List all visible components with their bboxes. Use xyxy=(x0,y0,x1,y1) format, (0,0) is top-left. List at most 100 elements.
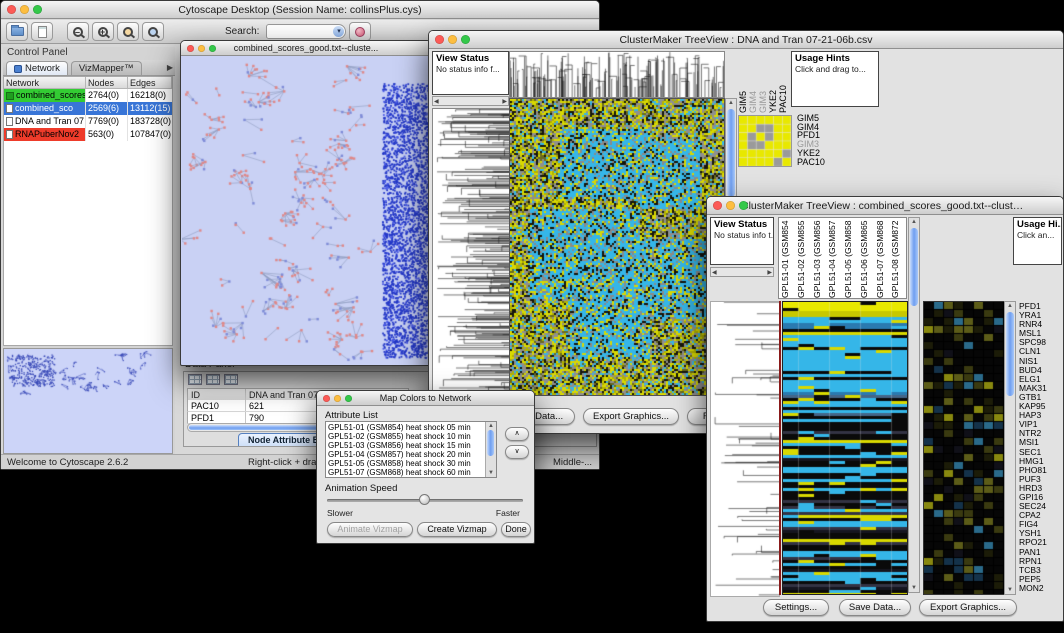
scrollbar-thumb[interactable] xyxy=(487,430,494,456)
scroll-down-icon[interactable]: ▼ xyxy=(909,584,919,592)
annotation-icon[interactable] xyxy=(349,22,371,41)
slider-thumb[interactable] xyxy=(419,494,430,505)
treeview-combined-titlebar[interactable]: ClusterMaker TreeView : combined_scores_… xyxy=(707,197,1063,215)
array-column-label[interactable]: GPL51-03 (GSM856 xyxy=(812,220,828,298)
gene-label[interactable]: GIM5 xyxy=(738,51,747,113)
attribute-item[interactable]: GPL51-01 (GSM854) heat shock 05 min xyxy=(328,423,484,432)
array-column-label[interactable]: GPL51-06 (GSM865 xyxy=(859,220,875,298)
column-header-id[interactable]: ID xyxy=(188,389,246,400)
network-row-selected[interactable]: combined_sco 2569(6) 13112(15) xyxy=(4,102,172,115)
vertical-scrollbar[interactable]: ▲ ▼ xyxy=(1004,301,1016,595)
close-icon[interactable] xyxy=(7,5,16,14)
close-icon[interactable] xyxy=(713,201,722,210)
network-view-titlebar[interactable]: combined_scores_good.txt--cluste... xyxy=(181,41,431,56)
move-down-button[interactable]: ∨ xyxy=(505,445,529,459)
attribute-item[interactable]: GPL51-07 (GSM868) heat shock 60 min xyxy=(328,468,484,477)
scroll-right-icon[interactable]: ▶ xyxy=(767,269,772,276)
export-graphics-button[interactable]: Export Graphics... xyxy=(583,408,679,425)
attribute-create-icon[interactable] xyxy=(224,374,238,385)
zoom-fit-icon[interactable] xyxy=(142,22,164,41)
scrollbar-thumb[interactable] xyxy=(1006,312,1014,396)
minimize-icon[interactable] xyxy=(726,201,735,210)
zoom-selected-icon[interactable] xyxy=(117,22,139,41)
gene-label[interactable]: GIM4 xyxy=(748,51,757,113)
gene-label[interactable]: PAC10 xyxy=(778,51,787,113)
minimize-icon[interactable] xyxy=(20,5,29,14)
main-titlebar[interactable]: Cytoscape Desktop (Session Name: collins… xyxy=(1,1,599,19)
attribute-select-icon[interactable] xyxy=(206,374,220,385)
gene-label[interactable]: YKE2 xyxy=(768,51,777,113)
scroll-up-icon[interactable]: ▲ xyxy=(1005,302,1015,310)
maximize-icon[interactable] xyxy=(739,201,748,210)
network-overview-canvas[interactable] xyxy=(4,349,172,453)
array-column-label[interactable]: GPL51-05 (GSM858 xyxy=(843,220,859,298)
array-column-label[interactable]: GPL51-04 (GSM857 xyxy=(827,220,843,298)
cluster-heatmap-canvas[interactable] xyxy=(923,301,1005,595)
import-icon[interactable] xyxy=(31,22,53,41)
attribute-item[interactable]: GPL51-03 (GSM856) heat shock 15 min xyxy=(328,441,484,450)
network-overview-panel[interactable] xyxy=(3,348,173,454)
attribute-table-icon[interactable] xyxy=(188,374,202,385)
move-up-button[interactable]: ∧ xyxy=(505,427,529,441)
attribute-item[interactable]: GPL51-05 (GSM858) heat shock 30 min xyxy=(328,459,484,468)
search-input[interactable]: ▾ xyxy=(266,24,346,39)
gene-label[interactable]: GIM3 xyxy=(758,51,767,113)
zoom-in-icon[interactable] xyxy=(92,22,114,41)
settings-button[interactable]: Settings... xyxy=(763,599,829,616)
heatmap-canvas[interactable] xyxy=(509,98,725,396)
horizontal-scrollbar[interactable]: ◀▶ xyxy=(432,96,509,106)
close-icon[interactable] xyxy=(323,395,330,402)
scroll-up-icon[interactable]: ▲ xyxy=(486,422,496,430)
maximize-icon[interactable] xyxy=(345,395,352,402)
network-row[interactable]: RNAPuberNov2 563(0) 107847(0) xyxy=(4,128,172,141)
maximize-icon[interactable] xyxy=(33,5,42,14)
network-row[interactable]: combined_scores 2764(0) 16218(0) xyxy=(4,89,172,102)
animation-speed-slider[interactable] xyxy=(327,493,523,507)
array-column-label[interactable]: GPL51-02 (GSM855 xyxy=(796,220,812,298)
minimize-icon[interactable] xyxy=(334,395,341,402)
scroll-down-icon[interactable]: ▼ xyxy=(486,469,496,477)
minimize-icon[interactable] xyxy=(198,45,205,52)
minimize-icon[interactable] xyxy=(448,35,457,44)
export-graphics-button[interactable]: Export Graphics... xyxy=(919,599,1017,616)
vertical-scrollbar[interactable]: ▲ ▼ xyxy=(908,217,920,593)
network-row[interactable]: DNA and Tran 07 7769(0) 183728(0) xyxy=(4,115,172,128)
heatmap-canvas[interactable] xyxy=(782,301,908,595)
scrollbar-thumb[interactable] xyxy=(727,109,735,197)
row-dendrogram-canvas[interactable] xyxy=(432,108,510,395)
tab-overflow-icon[interactable]: ▶ xyxy=(167,63,173,72)
vertical-scrollbar[interactable]: ▲ ▼ xyxy=(485,422,496,477)
zoom-out-icon[interactable] xyxy=(67,22,89,41)
maximize-icon[interactable] xyxy=(209,45,216,52)
attribute-list[interactable]: GPL51-01 (GSM854) heat shock 05 minGPL51… xyxy=(325,421,497,478)
array-column-label[interactable]: GPL51-08 (GSM872 xyxy=(890,220,906,298)
scroll-left-icon[interactable]: ◀ xyxy=(434,98,439,105)
close-icon[interactable] xyxy=(187,45,194,52)
scrollbar-thumb[interactable] xyxy=(910,228,918,306)
gene-label[interactable]: MON2 xyxy=(1019,584,1064,593)
tab-vizmapper[interactable]: VizMapper™ xyxy=(71,61,142,75)
column-header-edges[interactable]: Edges xyxy=(128,77,172,88)
scroll-up-icon[interactable]: ▲ xyxy=(909,218,919,226)
scroll-left-icon[interactable]: ◀ xyxy=(712,269,717,276)
scroll-right-icon[interactable]: ▶ xyxy=(502,98,507,105)
column-header-network[interactable]: Network xyxy=(4,77,86,88)
attribute-item[interactable]: GPL51-02 (GSM855) heat shock 10 min xyxy=(328,432,484,441)
row-dendrogram-canvas[interactable] xyxy=(710,301,780,597)
array-column-label[interactable]: GPL51-01 (GSM854 xyxy=(780,220,796,298)
dialog-titlebar[interactable]: Map Colors to Network xyxy=(317,391,534,406)
tab-network[interactable]: Network xyxy=(6,61,68,75)
done-button[interactable]: Done xyxy=(501,522,531,537)
scroll-up-icon[interactable]: ▲ xyxy=(726,99,736,107)
attribute-item[interactable]: GPL51-04 (GSM857) heat shock 20 min xyxy=(328,450,484,459)
gene-label[interactable]: PAC10 xyxy=(797,158,825,167)
network-canvas[interactable] xyxy=(182,57,430,365)
save-data-button[interactable]: Save Data... xyxy=(839,599,911,616)
column-dendrogram-canvas[interactable] xyxy=(509,51,725,98)
close-icon[interactable] xyxy=(435,35,444,44)
treeview-dna-titlebar[interactable]: ClusterMaker TreeView : DNA and Tran 07-… xyxy=(429,31,1063,49)
maximize-icon[interactable] xyxy=(461,35,470,44)
open-folder-icon[interactable] xyxy=(6,22,28,41)
horizontal-scrollbar[interactable]: ◀▶ xyxy=(710,267,774,277)
cluster-matrix-canvas[interactable] xyxy=(738,115,792,167)
